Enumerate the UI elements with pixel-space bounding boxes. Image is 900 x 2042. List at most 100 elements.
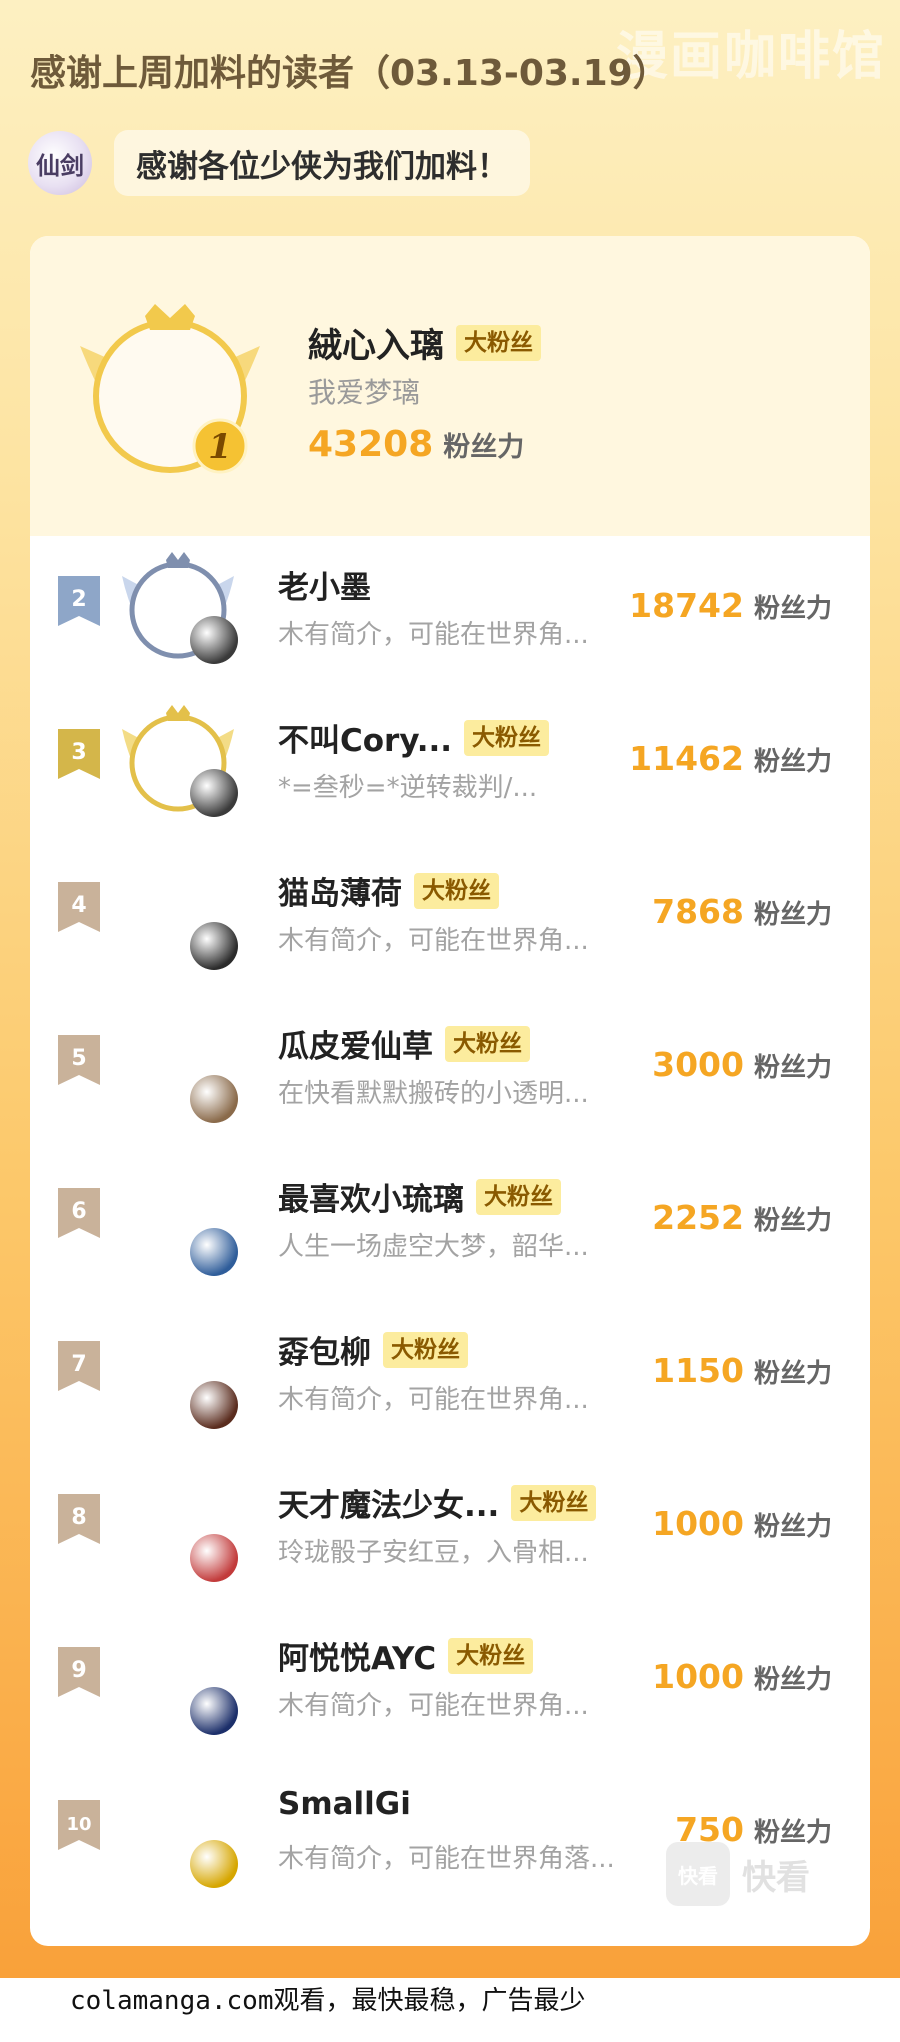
reader-name[interactable]: 老小墨 [278, 562, 371, 607]
reader-name[interactable]: SmallGi [278, 1786, 411, 1822]
avatar[interactable] [190, 1228, 238, 1276]
footer-note: colamanga.com观看，最快最稳，广告最少 [70, 1986, 586, 2016]
score-value: 1150 [652, 1351, 744, 1390]
reader-signature: 人生一场虚空大梦，韶华... [278, 1232, 589, 1262]
reader-name[interactable]: 阿悦悦AYC 大粉丝 [278, 1633, 534, 1678]
reader-name-text: 不叫Cory... [278, 723, 453, 759]
reader-name[interactable]: 不叫Cory... 大粉丝 [278, 715, 550, 760]
reader-score: 1000 粉丝力 [652, 1657, 832, 1696]
avatar[interactable] [190, 1381, 238, 1429]
fan-badge: 大粉丝 [464, 719, 550, 756]
reader-row[interactable]: 6 最喜欢小琉璃 大粉丝 人生一场虚空大梦，韶华... 2252 粉丝力 [30, 1148, 870, 1288]
kuaikan-watermark: 快看 快看 [666, 1842, 810, 1906]
reader-signature: *=叁秒=*逆转裁判/... [278, 773, 538, 803]
reader-score: 1000 粉丝力 [652, 1504, 832, 1543]
avatar[interactable] [190, 769, 238, 817]
reader-name-text: 猫岛薄荷 [278, 876, 402, 912]
rank-number: 4 [71, 893, 86, 918]
top-reader-signature: 我爱梦璃 [308, 376, 421, 409]
rank-number: 3 [71, 740, 86, 765]
reader-signature: 木有简介，可能在世界角... [278, 1385, 589, 1415]
reader-signature: 木有简介，可能在世界角... [278, 620, 589, 650]
reader-score: 11462 粉丝力 [629, 739, 832, 778]
score-value: 1000 [652, 1504, 744, 1543]
reader-name[interactable]: 天才魔法少女... 大粉丝 [278, 1480, 597, 1525]
ranking-poster: 漫画咖啡馆 感谢上周加料的读者（03.13-03.19） 仙剑 感谢各位少侠为我… [0, 0, 900, 1978]
reader-name-text: 瓜皮爱仙草 [278, 1029, 433, 1065]
score-unit: 粉丝力 [753, 900, 832, 930]
reader-score: 2252 粉丝力 [652, 1198, 832, 1237]
fan-badge: 大粉丝 [476, 1178, 561, 1215]
rank-number: 7 [71, 1352, 86, 1377]
reader-signature: 在快看默默搬砖的小透明... [278, 1079, 589, 1109]
top-reader-name[interactable]: 絨心入璃 大粉丝 [308, 318, 541, 367]
score-value: 2252 [652, 1198, 744, 1237]
reader-row[interactable]: 2 老小墨 木有简介，可能在世界角... 18742 粉丝力 [30, 536, 870, 676]
reader-name[interactable]: 最喜欢小琉璃 大粉丝 [278, 1174, 561, 1219]
fan-badge: 大粉丝 [448, 1637, 534, 1674]
rank-flag-icon: 5 [58, 1035, 100, 1085]
thanks-row: 仙剑 感谢各位少侠为我们加料！ [28, 128, 530, 198]
reader-row[interactable]: 8 天才魔法少女... 大粉丝 玲珑骰子安红豆，入骨相... 1000 粉丝力 [30, 1454, 870, 1594]
rank-flag-icon: 8 [58, 1494, 100, 1544]
reader-name-text: 孬包柳 [278, 1335, 371, 1371]
rank-number: 10 [66, 1814, 91, 1835]
kuaikan-logo-text: 快看 [742, 1857, 810, 1898]
score-value: 11462 [629, 739, 744, 778]
reader-name[interactable]: 猫岛薄荷 大粉丝 [278, 868, 499, 913]
top-reader-name-text: 絨心入璃 [308, 326, 444, 366]
rank-flag-icon: 3 [58, 729, 100, 779]
reader-signature: 玲珑骰子安红豆，入骨相... [278, 1538, 589, 1568]
rank-flag-icon: 6 [58, 1188, 100, 1238]
reader-signature: 木有简介，可能在世界角... [278, 1691, 589, 1721]
avatar[interactable] [190, 1075, 238, 1123]
kuaikan-logo-icon: 快看 [666, 1842, 730, 1906]
reader-name[interactable]: 孬包柳 大粉丝 [278, 1327, 468, 1372]
top-reader-score: 43208 粉丝力 [308, 424, 524, 465]
score-value: 18742 [629, 586, 744, 625]
reader-name-text: 阿悦悦AYC [278, 1641, 437, 1677]
score-unit: 粉丝力 [753, 1053, 832, 1083]
rank-number: 5 [71, 1046, 86, 1071]
score-unit: 粉丝力 [753, 594, 832, 624]
score-value: 7868 [652, 892, 744, 931]
reader-row[interactable]: 5 瓜皮爱仙草 大粉丝 在快看默默搬砖的小透明... 3000 粉丝力 [30, 995, 870, 1135]
thanks-banner: 感谢各位少侠为我们加料！ [114, 130, 530, 196]
fan-badge: 大粉丝 [511, 1484, 597, 1521]
rank-number: 6 [71, 1199, 86, 1224]
reader-score: 1150 粉丝力 [652, 1351, 832, 1390]
reader-row[interactable]: 9 阿悦悦AYC 大粉丝 木有简介，可能在世界角... 1000 粉丝力 [30, 1607, 870, 1747]
avatar[interactable] [190, 1534, 238, 1582]
rank-flag-icon: 2 [58, 576, 100, 626]
score-unit: 粉丝力 [753, 1359, 832, 1389]
fan-badge: 大粉丝 [383, 1331, 468, 1368]
rank-flag-icon: 9 [58, 1647, 100, 1697]
score-unit: 粉丝力 [443, 432, 525, 463]
rank-flag-icon: 10 [58, 1800, 100, 1850]
rank-flag-icon: 7 [58, 1341, 100, 1391]
rank-number: 8 [71, 1505, 86, 1530]
reader-row[interactable]: 3 不叫Cory... 大粉丝 *=叁秒=*逆转裁判/... 11462 粉丝力 [30, 689, 870, 829]
score-unit: 粉丝力 [753, 747, 832, 777]
page-title: 感谢上周加料的读者（03.13-03.19） [30, 53, 669, 94]
avatar[interactable] [190, 922, 238, 970]
avatar[interactable] [190, 1687, 238, 1735]
reader-row[interactable]: 7 孬包柳 大粉丝 木有简介，可能在世界角... 1150 粉丝力 [30, 1301, 870, 1441]
reader-name[interactable]: 瓜皮爱仙草 大粉丝 [278, 1021, 530, 1066]
rank-flag-icon: 4 [58, 882, 100, 932]
reader-signature: 木有简介，可能在世界角落... [278, 1844, 615, 1874]
crown-avatar-frame: 1 [80, 304, 260, 474]
reader-score: 3000 粉丝力 [652, 1045, 832, 1084]
fan-badge: 大粉丝 [456, 324, 541, 361]
reader-name-text: 最喜欢小琉璃 [278, 1182, 464, 1218]
top-reader-row[interactable]: 1 絨心入璃 大粉丝 我爱梦璃 43208 粉丝力 [30, 236, 870, 536]
reader-score: 7868 粉丝力 [652, 892, 832, 931]
avatar[interactable] [190, 616, 238, 664]
fan-badge: 大粉丝 [445, 1025, 530, 1062]
reader-signature: 木有简介，可能在世界角... [278, 926, 589, 956]
game-logo: 仙剑 [28, 131, 92, 195]
avatar[interactable] [190, 1840, 238, 1888]
score-unit: 粉丝力 [753, 1206, 832, 1236]
reader-row[interactable]: 4 猫岛薄荷 大粉丝 木有简介，可能在世界角... 7868 粉丝力 [30, 842, 870, 982]
score-unit: 粉丝力 [753, 1665, 832, 1695]
